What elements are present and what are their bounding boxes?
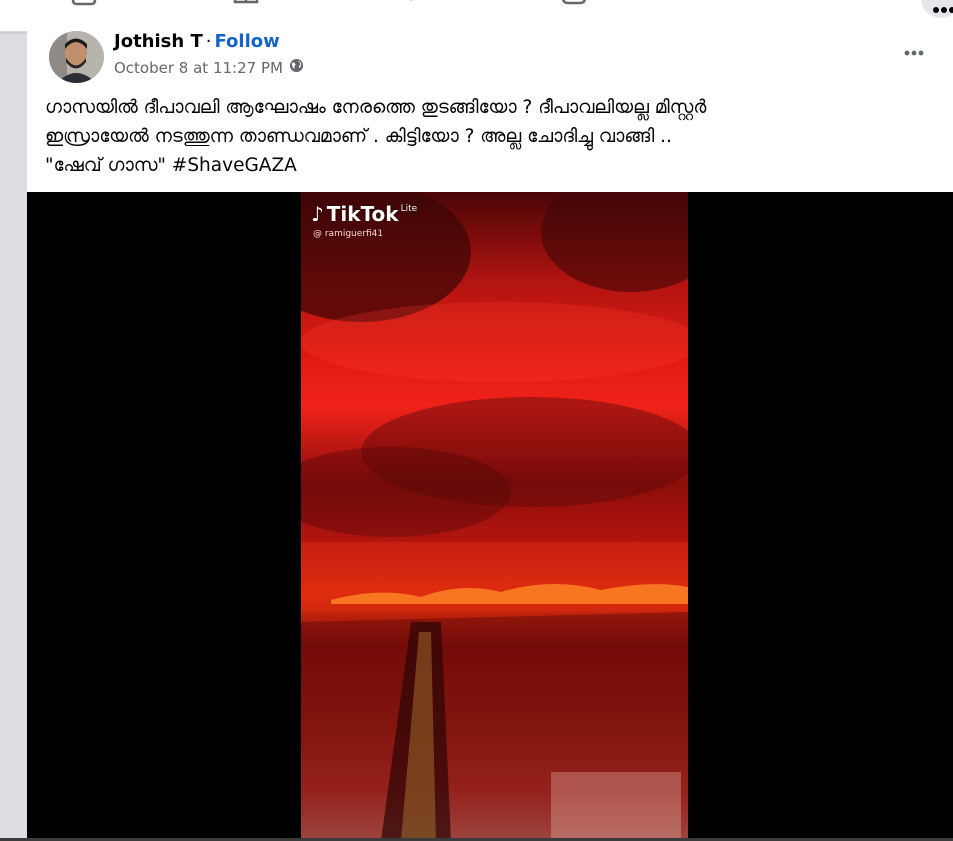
author-name[interactable]: Jothish T (114, 31, 203, 52)
follow-button[interactable]: Follow (214, 31, 279, 52)
marketplace-icon[interactable] (232, 0, 260, 8)
tiktok-watermark: ♪ TikTok Lite (311, 202, 417, 226)
feed-post: Jothish T · Follow October 8 at 11:27 PM ഗ… (27, 31, 953, 841)
menu-icon[interactable] (921, 0, 953, 18)
home-icon[interactable] (70, 0, 98, 8)
avatar[interactable] (49, 31, 104, 83)
separator-dot: · (205, 31, 212, 52)
video-scene (301, 192, 688, 841)
tiktok-watermark-suffix: Lite (400, 204, 418, 214)
video-frame[interactable]: ♪ TikTok Lite @ ramiguerfi41 (301, 192, 688, 841)
post-timestamp[interactable]: October 8 at 11:27 PM (114, 58, 283, 78)
tiktok-logo-icon: ♪ (311, 202, 324, 226)
gaming-icon[interactable] (560, 0, 588, 8)
video-player[interactable]: ♪ TikTok Lite @ ramiguerfi41 (27, 192, 953, 841)
post-text: ഗാസയിൽ ദീപാവലി ആഘോഷം നേരത്തെ തുടങ്ങിയോ ?… (45, 97, 707, 176)
top-navigation-bar (0, 0, 953, 32)
tiktok-username: @ ramiguerfi41 (313, 229, 384, 239)
globe-icon[interactable] (289, 58, 304, 78)
tiktok-watermark-text: TikTok (326, 202, 399, 226)
groups-icon[interactable] (396, 0, 426, 8)
author-line: Jothish T · Follow (114, 31, 280, 53)
more-options-icon[interactable] (899, 43, 929, 63)
post-meta: October 8 at 11:27 PM (114, 58, 304, 78)
